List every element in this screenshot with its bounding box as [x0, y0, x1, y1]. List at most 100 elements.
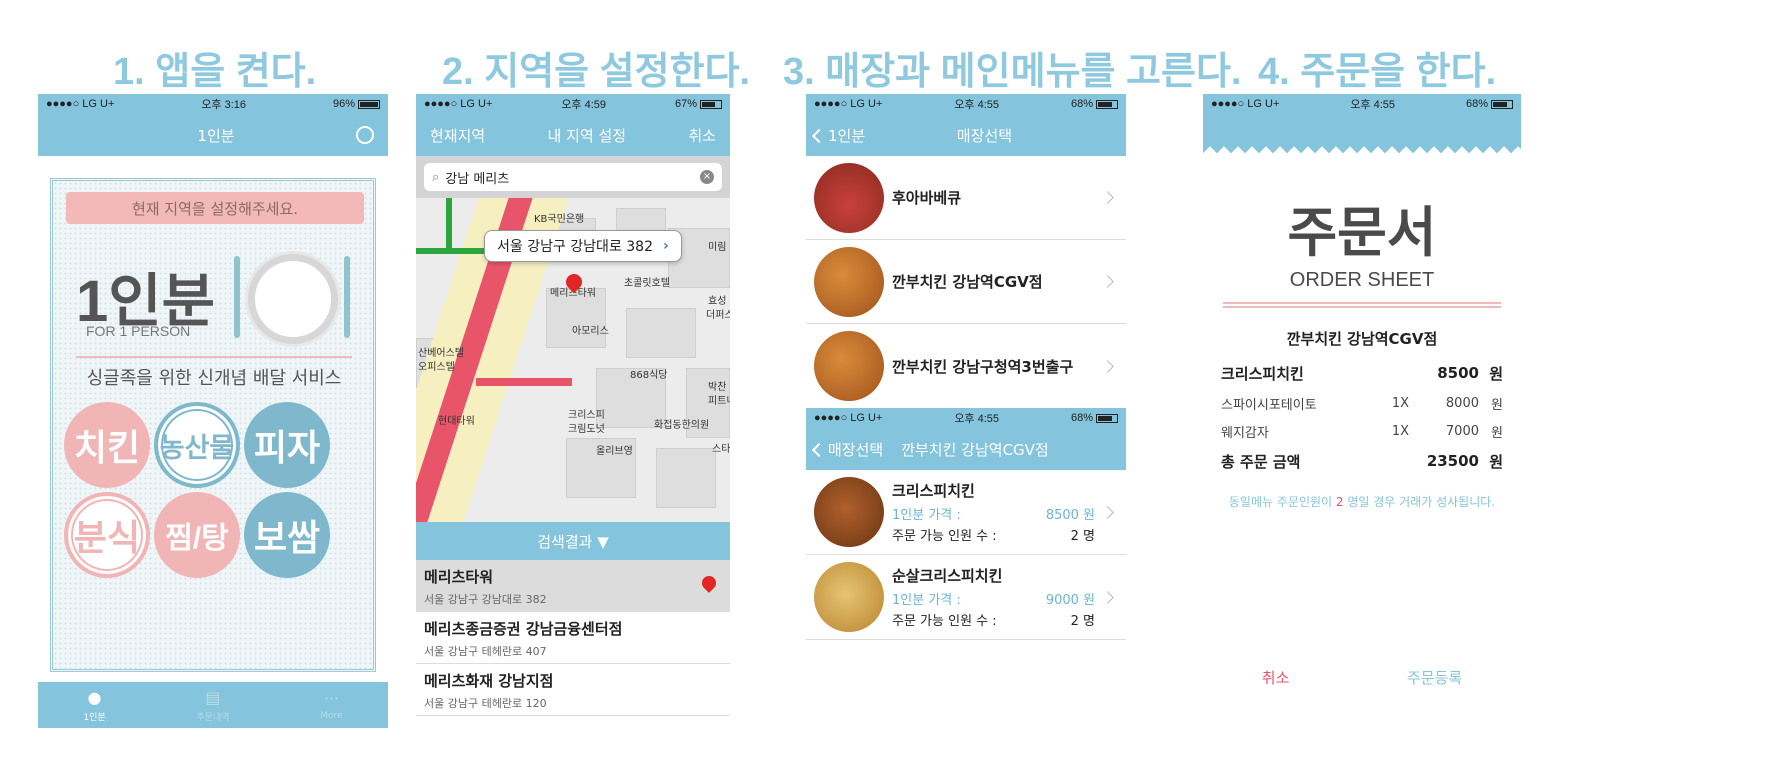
- chevron-right-icon: ›: [663, 238, 669, 254]
- category-produce-button[interactable]: 농산물: [154, 402, 240, 488]
- current-location-button[interactable]: 현재지역: [430, 125, 485, 146]
- zigzag-header: [1203, 114, 1521, 156]
- battery-icon: [700, 99, 722, 109]
- carrier-text: ●●●●○ LG U+: [814, 412, 883, 424]
- tab-more[interactable]: ··· More: [320, 689, 342, 721]
- knife-icon: [344, 256, 350, 338]
- item-price: 8500: [1437, 364, 1479, 382]
- address-callout[interactable]: 서울 강남구 강남대로 382 ›: [484, 230, 682, 262]
- search-icon: ⌕: [432, 169, 440, 185]
- tab-label: 1인분: [83, 712, 106, 723]
- map-view[interactable]: KB국민은행 미림 메리츠타워 초콜릿호텔 아모리스 효성 더퍼스 산베어스텔 …: [416, 198, 730, 522]
- back-label: 매장선택: [828, 440, 884, 459]
- category-chicken-button[interactable]: 치킨: [64, 402, 150, 488]
- clipboard-icon: ▤: [205, 687, 221, 707]
- item-qty: 1X: [1391, 423, 1409, 439]
- nav-bar: 현재지역 내 지역 설정 취소: [416, 114, 730, 156]
- status-bar: ●●●●○ LG U+ 오후 4:59 67%: [416, 94, 730, 114]
- menu-item[interactable]: 크리스피치킨 1인분 가격 : 8500 원 주문 가능 인원 수 : 2 명: [806, 470, 1126, 555]
- map-label: 868식당: [630, 370, 668, 381]
- search-value: 강남 메리츠: [445, 171, 510, 187]
- store-item[interactable]: 깐부치킨 강남구청역3번출구: [806, 324, 1126, 408]
- category-snack-button[interactable]: 분식: [64, 492, 150, 578]
- chevron-right-icon: [1101, 359, 1114, 373]
- status-bar: ●●●●○ LG U+ 오후 4:55 68%: [806, 94, 1126, 114]
- status-bar: ●●●●○ LG U+ 오후 3:16 96%: [38, 94, 388, 114]
- item-price: 7000: [1445, 423, 1479, 439]
- store-name: 깐부치킨 강남구청역3번출구: [892, 357, 1074, 376]
- note-text: 동일메뉴 주문인원이: [1228, 495, 1336, 509]
- back-button[interactable]: 1인분: [811, 125, 866, 146]
- region-notice-button[interactable]: 현재 지역을 설정해주세요.: [66, 192, 364, 224]
- item-name: 스파이시포테이토: [1221, 397, 1317, 413]
- battery-icon: [1491, 99, 1513, 109]
- back-label: 1인분: [828, 126, 866, 145]
- chevron-left-icon: [811, 442, 827, 457]
- callout-text: 서울 강남구 강남대로 382: [497, 239, 653, 255]
- map-label: 올리브영: [596, 446, 633, 457]
- store-item[interactable]: 후아바베큐: [806, 156, 1126, 240]
- result-name: 메리츠화재 강남지점: [424, 672, 554, 690]
- result-item[interactable]: 메리츠화재 강남지점 서울 강남구 테헤란로 120: [416, 664, 730, 716]
- category-bossam-button[interactable]: 보쌈: [244, 492, 330, 578]
- chevron-right-icon: [1101, 191, 1114, 204]
- map-label: 스타: [712, 444, 730, 455]
- result-address: 서울 강남구 강남대로 382: [424, 593, 547, 606]
- time-text: 오후 3:16: [201, 99, 247, 111]
- total-label: 총 주문 금액: [1221, 452, 1301, 471]
- tab-home[interactable]: ● 1인분: [83, 688, 105, 723]
- category-pizza-button[interactable]: 피자: [244, 402, 330, 488]
- result-item[interactable]: 메리츠종금증권 강남금융센터점 서울 강남구 테헤란로 407: [416, 612, 730, 664]
- map-label: 현대타워: [438, 416, 475, 427]
- tab-orders[interactable]: ▤ 주문내역: [196, 688, 229, 723]
- time-text: 오후 4:55: [954, 413, 1000, 425]
- map-label: 산베어스텔: [418, 348, 464, 359]
- plate-tab-icon: ●: [87, 687, 102, 707]
- map-label: 크림도넛: [568, 424, 605, 435]
- results-header-button[interactable]: 검색결과 ▼: [416, 522, 730, 560]
- store-item[interactable]: 깐부치킨 강남역CGV점: [806, 240, 1126, 324]
- order-sheet-title: 주문서: [1287, 203, 1437, 263]
- item-unit: 원: [1489, 364, 1503, 383]
- carrier-text: ●●●●○ LG U+: [1211, 98, 1280, 110]
- item-qty: 1X: [1391, 395, 1409, 411]
- chevron-right-icon: [1101, 590, 1114, 604]
- note-text: 명일 경우 거래가 성사됩니다.: [1343, 495, 1496, 509]
- phone-screen-store: ●●●●○ LG U+ 오후 4:55 68% 1인분 매장선택 후아바베큐 깐…: [806, 94, 1126, 728]
- store-image: [814, 331, 884, 401]
- menu-item[interactable]: 순살크리스피치킨 1인분 가격 : 9000 원 주문 가능 인원 수 : 2 명: [806, 555, 1126, 640]
- time-text: 오후 4:55: [954, 99, 1000, 111]
- total-price: 23500: [1426, 452, 1479, 470]
- carrier-text: ●●●●○ LG U+: [424, 98, 493, 110]
- submit-order-button[interactable]: 주문등록: [1407, 667, 1462, 688]
- phone-screen-order: ●●●●○ LG U+ 오후 4:55 68% 주문서 ORDER SHEET …: [1203, 94, 1521, 728]
- battery-text: 68%: [1070, 412, 1093, 424]
- back-button[interactable]: 매장선택: [811, 439, 884, 460]
- clear-icon[interactable]: ×: [700, 170, 714, 184]
- note-count: 2: [1335, 495, 1344, 509]
- result-item[interactable]: 메리츠타워 서울 강남구 강남대로 382: [416, 560, 730, 612]
- more-icon: ···: [323, 689, 340, 708]
- search-input[interactable]: ⌕ 강남 메리츠 ×: [424, 163, 722, 191]
- cancel-button[interactable]: 취소: [1262, 667, 1290, 688]
- result-address: 서울 강남구 테헤란로 407: [424, 645, 547, 658]
- order-sheet-subtitle: ORDER SHEET: [1289, 269, 1435, 291]
- menu-image: [814, 562, 884, 632]
- battery-icon: [1096, 99, 1118, 109]
- time-text: 오후 4:59: [561, 99, 607, 111]
- status-bar: ●●●●○ LG U+ 오후 4:55 68%: [806, 408, 1126, 428]
- location-pin-icon[interactable]: [356, 126, 374, 144]
- battery-text: 67%: [674, 98, 697, 110]
- category-stew-button[interactable]: 찜/탕: [154, 492, 240, 578]
- map-label: 아모리스: [572, 326, 609, 337]
- tab-label: More: [320, 711, 343, 721]
- step-title-1: 1. 앱을 켠다.: [113, 51, 317, 93]
- result-address: 서울 강남구 테헤란로 120: [424, 697, 547, 710]
- price-label: 1인분 가격 :: [892, 508, 961, 523]
- total-unit: 원: [1489, 452, 1503, 471]
- phone-screen-region: ●●●●○ LG U+ 오후 4:59 67% 현재지역 내 지역 설정 취소 …: [416, 94, 730, 728]
- people-label: 주문 가능 인원 수 :: [892, 529, 997, 544]
- plate-icon: [248, 254, 338, 344]
- order-side-item: 웨지감자 1X 7000 원: [1203, 417, 1521, 445]
- cancel-button[interactable]: 취소: [688, 125, 716, 146]
